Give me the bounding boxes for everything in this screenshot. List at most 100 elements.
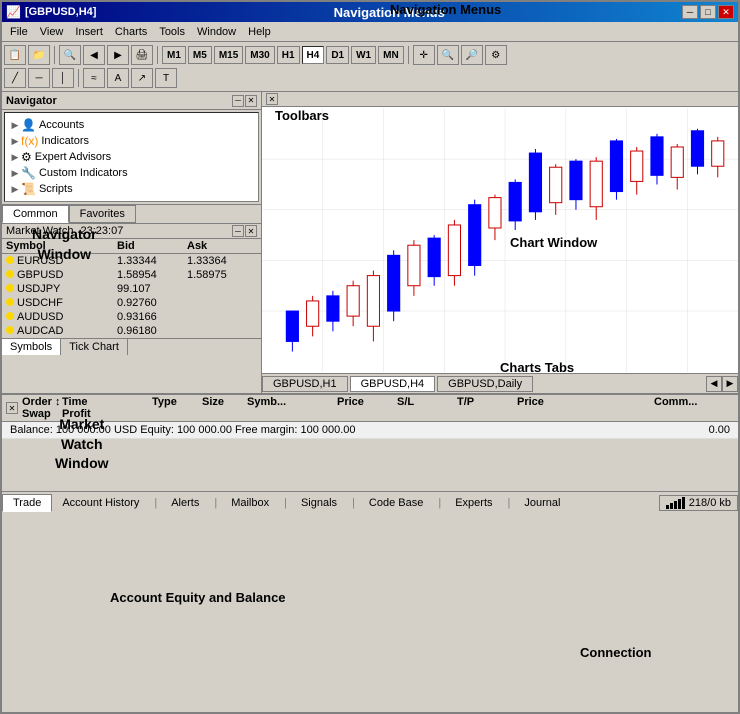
chart-tab-h1[interactable]: GBPUSD,H1 (262, 376, 348, 392)
terminal-tab-mailbox[interactable]: Mailbox (221, 495, 280, 511)
terminal-tab-journal[interactable]: Journal (514, 495, 571, 511)
menu-view[interactable]: View (34, 24, 70, 40)
nav-indicators[interactable]: ▶ f(x) Indicators (9, 133, 254, 149)
navigator-title: Navigator (6, 95, 57, 107)
col-time: Time (62, 396, 152, 408)
text-btn[interactable]: A (107, 68, 129, 88)
annotation-account-equity: Account Equity and Balance (110, 590, 286, 605)
close-button[interactable]: ✕ (718, 5, 734, 19)
arrow-btn[interactable]: ↗ (131, 68, 153, 88)
hline-btn[interactable]: ─ (28, 68, 50, 88)
tf-m15[interactable]: M15 (214, 46, 243, 64)
navigator-tabs: Common Favorites (2, 204, 261, 223)
terminal-tab-signals[interactable]: Signals (291, 495, 348, 511)
content-wrapper: Navigator ─ ✕ ▶ 👤 Accounts ▶ (2, 92, 738, 393)
nav-accounts[interactable]: ▶ 👤 Accounts (9, 117, 254, 133)
terminal-close-btn[interactable]: ✕ (6, 402, 18, 414)
new-chart-btn[interactable]: 📋 (4, 45, 26, 65)
print-btn[interactable]: 🖨 (131, 45, 153, 65)
nav-tab-common[interactable]: Common (2, 205, 69, 223)
terminal-tab-trade[interactable]: Trade (2, 494, 52, 512)
mw-eurusd[interactable]: EURUSD 1.33344 1.33364 (2, 254, 261, 268)
line-btn[interactable]: ╱ (4, 68, 26, 88)
tf-mn[interactable]: MN (378, 46, 404, 64)
tf-m5[interactable]: M5 (188, 46, 212, 64)
open-btn[interactable]: 📁 (28, 45, 50, 65)
col-type: Type (152, 396, 202, 408)
properties-btn[interactable]: ⚙ (485, 45, 507, 65)
nav-indicators-expand: ▶ (9, 136, 21, 147)
mw-tab-tick-chart[interactable]: Tick Chart (61, 339, 128, 355)
fwd-btn[interactable]: ▶ (107, 45, 129, 65)
mw-col-ask: Ask (187, 240, 257, 252)
mw-audcad-symbol: AUDCAD (6, 325, 117, 337)
tab-sep-1: | (150, 497, 161, 509)
tab-sep-3: | (280, 497, 291, 509)
tf-h1[interactable]: H1 (277, 46, 300, 64)
mw-close[interactable]: ✕ (245, 225, 257, 237)
chart-tab-daily[interactable]: GBPUSD,Daily (437, 376, 533, 392)
chart-tab-next[interactable]: ▶ (722, 376, 738, 392)
crosshair-btn[interactable]: ✛ (413, 45, 435, 65)
balance-text: Balance: 100 000.00 USD Equity: 100 000.… (10, 424, 356, 436)
toolbar-row-1: 📋 📁 🔍 ◀ ▶ 🖨 M1 M5 M15 M30 H1 H4 D1 W1 MN… (4, 44, 736, 66)
mw-minimize[interactable]: ─ (232, 225, 244, 237)
tf-m1[interactable]: M1 (162, 46, 186, 64)
label-btn[interactable]: T (155, 68, 177, 88)
nav-expert-advisors[interactable]: ▶ ⚙ Expert Advisors (9, 149, 254, 165)
menu-tools[interactable]: Tools (153, 24, 191, 40)
vline-btn[interactable]: │ (52, 68, 74, 88)
mw-col-bid: Bid (117, 240, 187, 252)
toolbar-sep-1 (54, 46, 55, 64)
terminal-tab-experts[interactable]: Experts (445, 495, 503, 511)
col-order: Order ↕ (22, 396, 62, 408)
mw-usdjpy-symbol: USDJPY (6, 283, 117, 295)
menu-help[interactable]: Help (242, 24, 277, 40)
col-comm: Comm... (654, 396, 734, 408)
mw-col-symbol: Symbol (6, 240, 117, 252)
tf-d1[interactable]: D1 (326, 46, 349, 64)
mw-audcad[interactable]: AUDCAD 0.96180 (2, 324, 261, 338)
menu-insert[interactable]: Insert (69, 24, 109, 40)
back-btn[interactable]: ◀ (83, 45, 105, 65)
minimize-button[interactable]: ─ (682, 5, 698, 19)
terminal-tabs: Trade Account History | Alerts | Mailbox… (2, 491, 738, 513)
terminal-tab-history[interactable]: Account History (52, 495, 150, 511)
terminal-tab-codebase[interactable]: Code Base (359, 495, 434, 511)
terminal-tab-alerts[interactable]: Alerts (161, 495, 210, 511)
chart-tab-h4[interactable]: GBPUSD,H4 (350, 376, 436, 392)
zoom-out-btn[interactable]: 🔎 (461, 45, 483, 65)
zoom-in-btn[interactable]: 🔍 (437, 45, 459, 65)
nav-btn[interactable]: 🔍 (59, 45, 81, 65)
mw-controls: ─ ✕ (232, 225, 257, 237)
signal-bar-3 (674, 501, 677, 509)
menu-charts[interactable]: Charts (109, 24, 153, 40)
chart-tab-prev[interactable]: ◀ (706, 376, 722, 392)
nav-scripts-expand: ▶ (9, 184, 21, 195)
mw-usdchf-symbol: USDCHF (6, 297, 117, 309)
navigator-tree: ▶ 👤 Accounts ▶ f(x) Indicators ▶ ⚙ (4, 112, 259, 202)
nav-accounts-label: Accounts (39, 119, 84, 131)
chart-canvas[interactable] (262, 107, 738, 373)
nav-minimize[interactable]: ─ (232, 95, 244, 107)
mw-gbpusd-bid: 1.58954 (117, 269, 187, 281)
nav-custom-indicators[interactable]: ▶ 🔧 Custom Indicators (9, 165, 254, 181)
chart-close-btn[interactable]: ✕ (266, 93, 278, 105)
mw-tabs: Symbols Tick Chart (2, 338, 261, 355)
tf-w1[interactable]: W1 (351, 46, 376, 64)
tf-m30[interactable]: M30 (245, 46, 274, 64)
menu-file[interactable]: File (4, 24, 34, 40)
fib-btn[interactable]: ≈ (83, 68, 105, 88)
mw-gbpusd[interactable]: GBPUSD 1.58954 1.58975 (2, 268, 261, 282)
mw-tab-symbols[interactable]: Symbols (2, 339, 61, 355)
tf-h4[interactable]: H4 (302, 46, 325, 64)
mw-usdjpy[interactable]: USDJPY 99.107 (2, 282, 261, 296)
menu-window[interactable]: Window (191, 24, 242, 40)
maximize-button[interactable]: □ (700, 5, 716, 19)
connection-status: 218/0 kb (659, 495, 738, 511)
mw-usdchf[interactable]: USDCHF 0.92760 (2, 296, 261, 310)
nav-scripts[interactable]: ▶ 📜 Scripts (9, 181, 254, 197)
nav-tab-favorites[interactable]: Favorites (69, 205, 136, 223)
nav-close[interactable]: ✕ (245, 95, 257, 107)
mw-audusd[interactable]: AUDUSD 0.93166 (2, 310, 261, 324)
